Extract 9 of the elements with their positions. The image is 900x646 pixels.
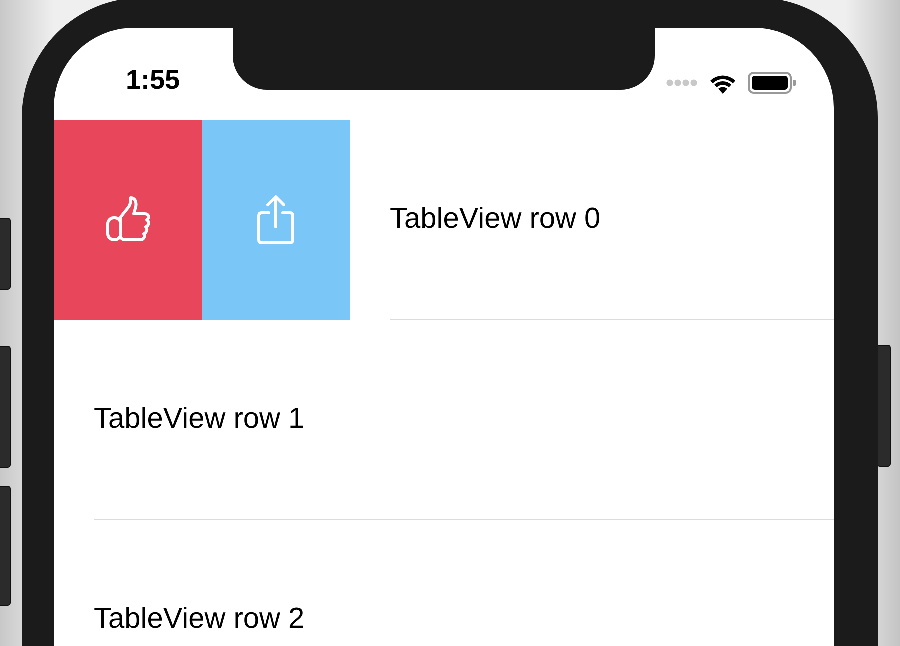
status-time: 1:55 <box>126 65 180 96</box>
share-icon <box>256 195 296 245</box>
battery-icon <box>748 72 796 94</box>
signal-icon <box>666 79 698 87</box>
row-label[interactable]: TableView row 1 <box>94 403 305 436</box>
row-label[interactable]: TableView row 0 <box>390 203 601 236</box>
row-label[interactable]: TableView row 2 <box>94 603 305 636</box>
like-action-button[interactable] <box>54 120 202 320</box>
share-action-button[interactable] <box>202 120 350 320</box>
